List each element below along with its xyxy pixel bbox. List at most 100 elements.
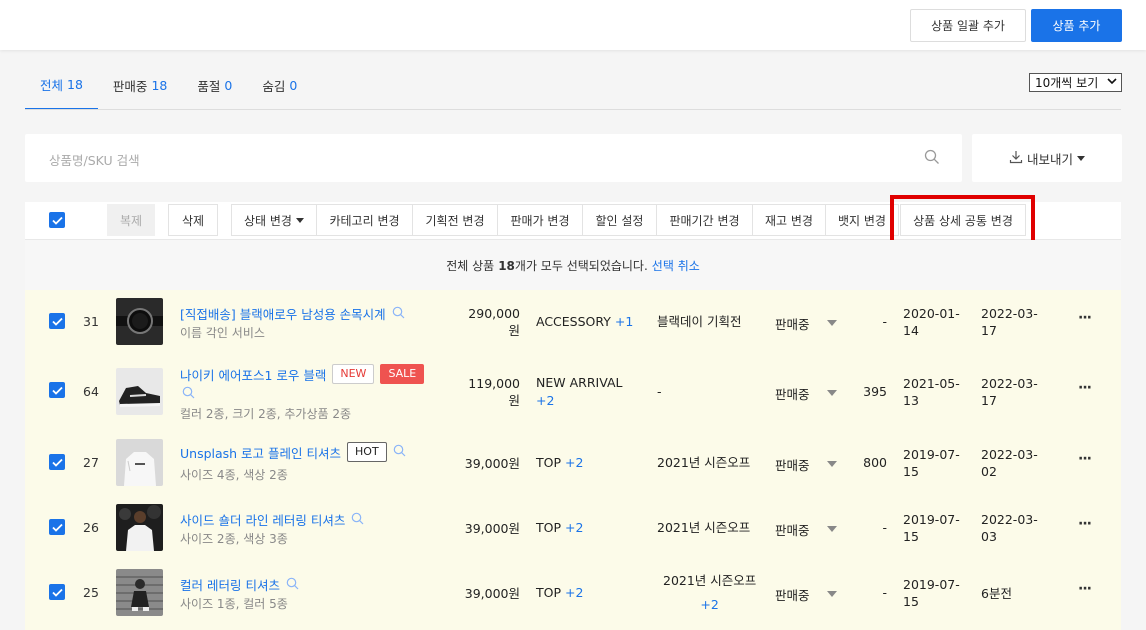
product-thumbnail[interactable]	[116, 439, 163, 486]
deselect-link[interactable]: 선택 취소	[652, 257, 700, 274]
product-thumbnail[interactable]	[116, 298, 163, 345]
tab-sold-out[interactable]: 품절 0	[182, 60, 247, 110]
created-date: 2019-07- 15	[903, 576, 960, 610]
row-checkbox[interactable]	[49, 382, 65, 398]
product-name-link[interactable]: Unsplash 로고 플레인 티셔츠 HOT	[180, 442, 406, 462]
more-icon[interactable]: ···	[1078, 581, 1092, 597]
category-more[interactable]: +2	[565, 455, 583, 470]
caret-down-icon[interactable]	[827, 320, 837, 326]
created-date: 2020-01- 14	[903, 305, 960, 339]
notice-prefix: 전체 상품	[446, 258, 495, 273]
tab-all[interactable]: 전체 18	[25, 60, 98, 110]
product-options: 이름 각인 서비스	[180, 326, 265, 340]
tab-count: 18	[67, 76, 83, 92]
price: 39,000원	[460, 520, 520, 537]
promotion-more[interactable]: +2	[663, 593, 756, 617]
more-icon[interactable]: ···	[1078, 516, 1092, 532]
product-options: 사이즈 1종, 컬러 5종	[180, 597, 288, 611]
row-checkbox[interactable]	[49, 519, 65, 535]
price-change-button[interactable]: 판매가 변경	[497, 204, 583, 236]
search-icon[interactable]	[392, 306, 405, 322]
search-icon[interactable]	[286, 577, 299, 593]
more-icon[interactable]: ···	[1078, 380, 1092, 396]
search-icon[interactable]	[924, 149, 940, 169]
row-checkbox[interactable]	[49, 313, 65, 329]
copy-button[interactable]: 복제	[107, 204, 155, 236]
add-product-button[interactable]: 상품 추가	[1031, 9, 1122, 42]
search-icon[interactable]	[182, 386, 195, 403]
stock-change-button[interactable]: 재고 변경	[752, 204, 826, 236]
caret-down-icon[interactable]	[827, 526, 837, 532]
status-select[interactable]: 판매중	[775, 384, 810, 403]
category-more[interactable]: +2	[536, 392, 622, 410]
status-select[interactable]: 판매중	[775, 520, 810, 539]
bulk-add-button[interactable]: 상품 일괄 추가	[910, 9, 1026, 42]
more-icon[interactable]: ···	[1078, 451, 1092, 467]
caret-down-icon[interactable]	[827, 591, 837, 597]
row-number: 27	[83, 455, 99, 470]
category-more[interactable]: +2	[565, 520, 583, 535]
stock: -	[882, 520, 887, 535]
more-icon[interactable]: ···	[1078, 310, 1092, 326]
search-input[interactable]: 상품명/SKU 검색	[49, 150, 140, 169]
product-thumbnail[interactable]	[116, 368, 163, 415]
updated-date: 2022-03- 03	[981, 511, 1038, 545]
table-row[interactable]: 31 [직접배송] 블랙애로우 남성용 손목시계 이름 각인 서비스 290,0…	[25, 290, 1121, 355]
tab-label: 판매중	[112, 78, 148, 94]
tab-hidden[interactable]: 숨김 0	[247, 60, 312, 110]
date-part: 2022-03-	[981, 512, 1038, 527]
row-checkbox[interactable]	[49, 584, 65, 600]
category-name: TOP	[536, 455, 562, 470]
category-name: ACCESSORY	[536, 314, 611, 329]
table-row[interactable]: 25 컬러 레터링 티셔츠 사이즈 1종, 컬러 5종 39,000원 TOP …	[25, 561, 1121, 630]
date-part: 2019-07-	[903, 512, 960, 527]
date-part: 13	[903, 393, 919, 408]
product-name-link[interactable]: 나이키 에어포스1 로우 블랙 NEW SALE	[180, 364, 425, 384]
delete-button[interactable]: 삭제	[168, 204, 218, 236]
promotion: 2021년 시즌오프	[657, 516, 750, 540]
product-thumbnail[interactable]	[116, 569, 163, 616]
date-part: 6분전	[981, 586, 1012, 601]
notice-count: 18	[498, 258, 515, 273]
badge-change-button[interactable]: 뱃지 변경	[825, 204, 899, 236]
selection-notice: 전체 상품 18개가 모두 선택되었습니다. 선택 취소	[25, 240, 1121, 290]
table-row[interactable]: 26 사이드 숄더 라인 레터링 티셔츠 사이즈 2종, 색상 3종 39,00…	[25, 496, 1121, 561]
category-more[interactable]: +2	[565, 585, 583, 600]
date-part: 17	[981, 323, 997, 338]
product-name-link[interactable]: 사이드 숄더 라인 레터링 티셔츠	[180, 510, 364, 529]
search-icon[interactable]	[351, 512, 364, 528]
date-part: 2020-01-	[903, 306, 960, 321]
row-checkbox[interactable]	[49, 454, 65, 470]
product-thumbnail[interactable]	[116, 504, 163, 551]
discount-setting-button[interactable]: 할인 설정	[582, 204, 657, 236]
product-name-link[interactable]: 컬러 레터링 티셔츠	[180, 575, 299, 594]
tab-on-sale[interactable]: 판매중 18	[98, 60, 182, 110]
category-more[interactable]: +1	[615, 314, 633, 329]
select-all-checkbox[interactable]	[49, 212, 65, 228]
status-change-button[interactable]: 상태 변경	[231, 204, 317, 236]
period-change-button[interactable]: 판매기간 변경	[656, 204, 753, 236]
page-size-select[interactable]: 10개씩 보기	[1029, 73, 1122, 92]
table-row[interactable]: 64 나이키 에어포스1 로우 블랙 NEW SALE 컬러 2종, 크기 2종…	[25, 355, 1121, 431]
product-name-link[interactable]: [직접배송] 블랙애로우 남성용 손목시계	[180, 304, 405, 323]
price-unit: 원	[508, 323, 520, 338]
product-name: 컬러 레터링 티셔츠	[180, 578, 280, 593]
export-button[interactable]: 내보내기	[972, 134, 1122, 182]
date-part: 17	[981, 393, 997, 408]
caret-down-icon[interactable]	[827, 461, 837, 467]
price-amount: 39,000원	[464, 521, 520, 536]
promotion-name: 블랙데이 기획전	[657, 314, 742, 329]
price: 39,000원	[460, 585, 520, 602]
search-icon[interactable]	[393, 444, 406, 460]
category-change-button[interactable]: 카테고리 변경	[316, 204, 413, 236]
promotion-name: -	[657, 384, 662, 399]
caret-down-icon[interactable]	[827, 390, 837, 396]
date-part: 02	[981, 464, 997, 479]
hot-badge: HOT	[347, 442, 387, 462]
status-select[interactable]: 판매중	[775, 585, 810, 604]
status-select[interactable]: 판매중	[775, 314, 810, 333]
search-bar[interactable]: 상품명/SKU 검색	[25, 134, 962, 182]
table-row[interactable]: 27 Unsplash 로고 플레인 티셔츠 HOT 사이즈 4종, 색상 2종…	[25, 431, 1121, 496]
promotion-change-button[interactable]: 기획전 변경	[412, 204, 498, 236]
status-select[interactable]: 판매중	[775, 455, 810, 474]
